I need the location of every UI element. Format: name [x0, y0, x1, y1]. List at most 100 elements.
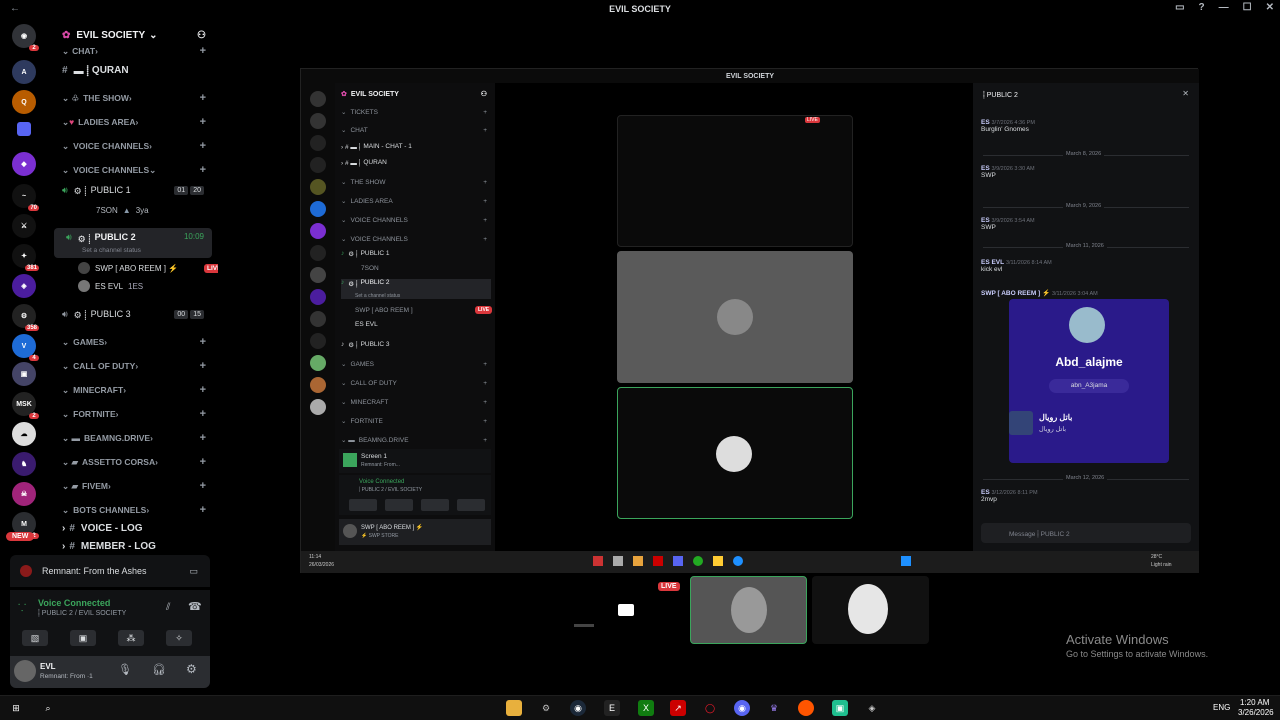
- inner-stream-grid: LIVE: [495, 83, 973, 551]
- inner-text-chat: ⸽ PUBLIC 2 ✕ ES 3/7/2026 4:36 PM Burglin'…: [973, 83, 1199, 551]
- close-button[interactable]: ✕: [1266, 2, 1274, 13]
- voice-channel-name[interactable]: ⸽ PUBLIC 2 / EVIL SOCIETY: [38, 609, 126, 618]
- activities-button[interactable]: ⁂: [118, 630, 144, 646]
- clock-time[interactable]: 1:20 AM: [1240, 698, 1269, 707]
- soundboard-button[interactable]: ✧: [166, 630, 192, 646]
- channel-quran[interactable]: # ▬ ⸽ QURAN: [50, 60, 216, 80]
- server-icon[interactable]: ☁: [12, 422, 36, 446]
- voice-channel-public-2[interactable]: 🔊︎ ⚙ ⸽ PUBLIC 2 10:09 Set a channel status: [54, 228, 212, 258]
- channel-voice-log[interactable]: › # VOICE - LOG: [50, 518, 216, 538]
- category-bots-channels[interactable]: ⌄ BOTS CHANNELS › +: [50, 500, 216, 520]
- user-limit: 20: [190, 185, 204, 195]
- category-assetto-corsa[interactable]: ⌄ ▰ ASSETTO CORSA › +: [50, 452, 216, 472]
- inner-chat-header: ⸽ PUBLIC 2: [983, 92, 1018, 99]
- server-icon[interactable]: A: [12, 60, 36, 84]
- server-icon[interactable]: ◆: [12, 152, 36, 176]
- server-icon[interactable]: ◈: [12, 274, 36, 298]
- app-icon[interactable]: ♛: [766, 700, 782, 716]
- user-activity: Remnant: From ·1: [40, 673, 93, 680]
- search-icon[interactable]: ⌕: [40, 700, 56, 716]
- server-icon[interactable]: Q: [12, 90, 36, 114]
- windows-taskbar: ⊞ ⌕ ⚙ ◉ E X ↗ ◯ ◉ ♛ ▣ ◈ ENG 1:20 AM 3/26…: [0, 695, 1280, 720]
- disconnect-icon[interactable]: ☎: [188, 600, 202, 613]
- settings-gear-icon[interactable]: ⚙: [186, 662, 197, 676]
- channel-member-log[interactable]: › # MEMBER - LOG: [50, 540, 216, 552]
- category-ladies-area[interactable]: ⌄ ♥ LADIES AREA › +: [50, 112, 216, 132]
- category-fivem[interactable]: ⌄ ▰ FIVEM › +: [50, 476, 216, 496]
- screen-share-button[interactable]: ▣: [70, 630, 96, 646]
- soundcloud-icon[interactable]: [798, 700, 814, 716]
- live-badge: LIVE: [658, 582, 680, 591]
- voice-channel-public-3[interactable]: 🔊︎ ⚙ ⸽ PUBLIC 3 00 15: [50, 304, 216, 324]
- microphone-icon[interactable]: 🎙︎: [118, 663, 132, 676]
- now-playing-bar[interactable]: Remnant: From the Ashes ▭: [10, 555, 210, 587]
- stream-settings-icon[interactable]: ▭: [189, 566, 198, 577]
- file-explorer-icon[interactable]: [506, 700, 522, 716]
- noise-suppression-icon[interactable]: ⫽: [166, 602, 170, 613]
- inner-server-name: ✿ EVIL SOCIETY ⚇: [341, 90, 487, 99]
- maximize-button[interactable]: ☐: [1243, 2, 1252, 13]
- user-panel: EVL Remnant: From ·1 🎙︎ 🎧︎ ⚙: [10, 656, 210, 688]
- steam-icon[interactable]: ◉: [570, 700, 586, 716]
- opera-icon[interactable]: ◯: [702, 700, 718, 716]
- category-games[interactable]: ⌄ GAMES › +: [50, 332, 216, 352]
- category-the-show[interactable]: ⌄ ♧ THE SHOW › +: [50, 88, 216, 108]
- avatar[interactable]: [14, 660, 36, 682]
- avatar: [78, 280, 90, 292]
- category-voice-channels[interactable]: ⌄ VOICE CHANNELS › +: [50, 136, 216, 156]
- voice-user-swp[interactable]: SWP [ ABO REEM ] ⚡ LIVE: [78, 260, 225, 276]
- home-badge: 2: [29, 45, 39, 51]
- category-call-of-duty[interactable]: ⌄ CALL OF DUTY › +: [50, 356, 216, 376]
- xbox-icon[interactable]: X: [638, 700, 654, 716]
- category-beamng[interactable]: ⌄ ▬ BEAMNG.DRIVE › +: [50, 428, 216, 448]
- minimize-button[interactable]: —: [1219, 2, 1229, 13]
- discord-icon[interactable]: ◉: [734, 700, 750, 716]
- app-icon[interactable]: ↗: [670, 700, 686, 716]
- folder-icon[interactable]: [17, 122, 31, 136]
- server-badge: 2: [29, 413, 39, 419]
- server-icon[interactable]: ♞: [12, 452, 36, 476]
- add-member-icon[interactable]: ⚇: [197, 30, 206, 41]
- voice-user-es-evl[interactable]: ES EVL 1ES: [78, 278, 143, 294]
- epic-games-icon[interactable]: E: [604, 700, 620, 716]
- streamed-screen[interactable]: EVIL SOCIETY ✿ EVIL SOCIETY ⚇ ⌄ TICKETS + ⌄…: [300, 68, 1199, 573]
- server-icon[interactable]: ☠: [12, 482, 36, 506]
- server-icon[interactable]: ⚙ 358: [12, 304, 39, 331]
- headphones-icon[interactable]: 🎧︎: [152, 663, 166, 676]
- server-icon[interactable]: ✦ 381: [12, 244, 39, 271]
- inbox-icon[interactable]: ▭: [1175, 2, 1184, 13]
- profile-card[interactable]: Abd_alajme abn_A3jama باتل رويال باتل رو…: [1009, 299, 1169, 463]
- stream-thumbnail-camera-2[interactable]: [812, 576, 929, 644]
- server-icon[interactable]: ⚔: [12, 214, 36, 238]
- help-icon[interactable]: ?: [1199, 2, 1205, 13]
- channel-timer: 10:09: [183, 232, 204, 241]
- category-minecraft[interactable]: ⌄ MINECRAFT › +: [50, 380, 216, 400]
- clock-date[interactable]: 3/26/2026: [1238, 708, 1274, 717]
- back-arrow-icon[interactable]: ←: [10, 3, 20, 14]
- speaker-icon: 🔊︎: [62, 184, 68, 195]
- start-icon[interactable]: ⊞: [8, 700, 24, 716]
- voice-channel-public-1[interactable]: 🔊︎ ⚙ ⸽ PUBLIC 1 01 20: [50, 180, 216, 200]
- app-icon[interactable]: ▣: [832, 700, 848, 716]
- inner-user-panel: SWP [ ABO REEM ] ⚡ ⚡ SWP STORE: [339, 519, 491, 545]
- server-icon[interactable]: ▣: [12, 362, 36, 386]
- camera-button[interactable]: ▧: [22, 630, 48, 646]
- server-name: EVIL SOCIETY: [76, 29, 146, 41]
- server-icon[interactable]: MSK 2: [12, 392, 39, 419]
- inner-title-bar: EVIL SOCIETY: [301, 69, 1199, 83]
- category-fortnite[interactable]: ⌄ FORTNITE › +: [50, 404, 216, 424]
- settings-icon[interactable]: ⚙: [538, 700, 554, 716]
- category-chat[interactable]: ⌄ CHAT › +: [50, 44, 216, 58]
- server-icon[interactable]: ~70: [12, 184, 39, 211]
- server-badge: 381: [24, 265, 39, 271]
- category-voice-channels-2[interactable]: ⌄ VOICE CHANNELS ⌄ +: [50, 160, 216, 180]
- stream-thumbnail-camera-1[interactable]: [690, 576, 807, 644]
- discord-home-icon[interactable]: ◉ 2: [12, 24, 39, 51]
- app-icon[interactable]: ◈: [864, 700, 880, 716]
- server-icon[interactable]: V4: [12, 334, 39, 361]
- inner-server-rail: [301, 83, 335, 551]
- user-count: 01: [174, 185, 189, 195]
- voice-user[interactable]: 7SON ▲ 3ya: [96, 202, 149, 218]
- language-indicator[interactable]: ENG: [1213, 703, 1230, 712]
- signal-icon[interactable]: ⸪: [18, 600, 26, 614]
